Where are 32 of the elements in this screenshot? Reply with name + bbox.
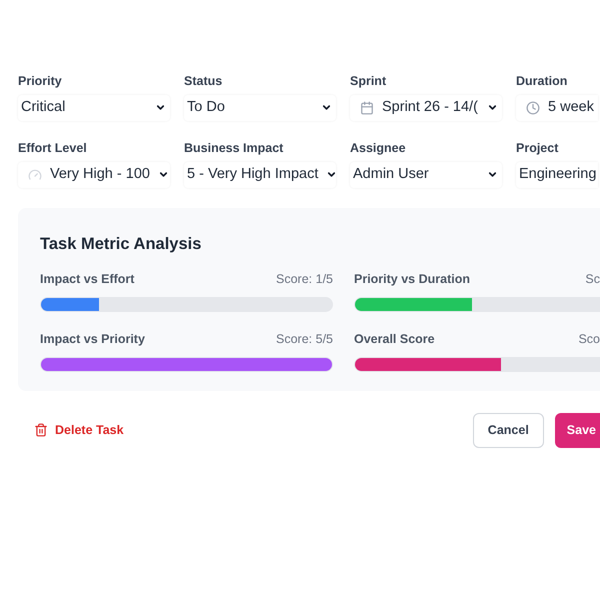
select-field[interactable]: Very High - 100 xyxy=(18,162,170,188)
save-button[interactable]: Save xyxy=(554,412,600,448)
gauge-icon xyxy=(28,168,42,182)
field-label: Duration xyxy=(516,73,568,90)
field-label: Effort Level xyxy=(18,140,88,157)
calendar-icon xyxy=(360,100,374,115)
trash-icon xyxy=(34,423,48,437)
select-field[interactable]: Critical xyxy=(18,94,170,121)
clock-icon xyxy=(526,100,540,115)
metric-score: Sco xyxy=(578,331,600,348)
delete-task-button[interactable]: Delete Task xyxy=(34,420,124,440)
metric-label: Impact vs Priority xyxy=(40,331,145,348)
select-field[interactable]: To Do xyxy=(184,94,336,121)
field-label: Project xyxy=(516,140,560,157)
select-field[interactable]: 5 - Very High Impact xyxy=(184,162,336,188)
panel-title: Task Metric Analysis xyxy=(40,234,202,254)
metric-score: Sc xyxy=(585,271,600,288)
metric-label: Overall Score xyxy=(354,331,435,348)
field-label: Assignee xyxy=(350,140,407,157)
select-field[interactable]: Admin User xyxy=(350,162,502,188)
metric-score: Score: 1/5 xyxy=(276,271,333,288)
field-label: Business Impact xyxy=(184,140,284,157)
select-field[interactable]: Engineering xyxy=(516,162,598,188)
metric-label: Impact vs Effort xyxy=(40,271,134,288)
field-label: Sprint xyxy=(350,73,388,90)
field-label: Priority xyxy=(18,73,63,90)
select-field[interactable]: Sprint 26 - 14/( xyxy=(350,94,502,121)
field-label: Status xyxy=(184,73,224,90)
metric-label: Priority vs Duration xyxy=(354,271,470,288)
select-field[interactable]: 5 week xyxy=(516,94,598,121)
cancel-button[interactable]: Cancel xyxy=(472,412,544,448)
metric-score: Score: 5/5 xyxy=(276,331,333,348)
